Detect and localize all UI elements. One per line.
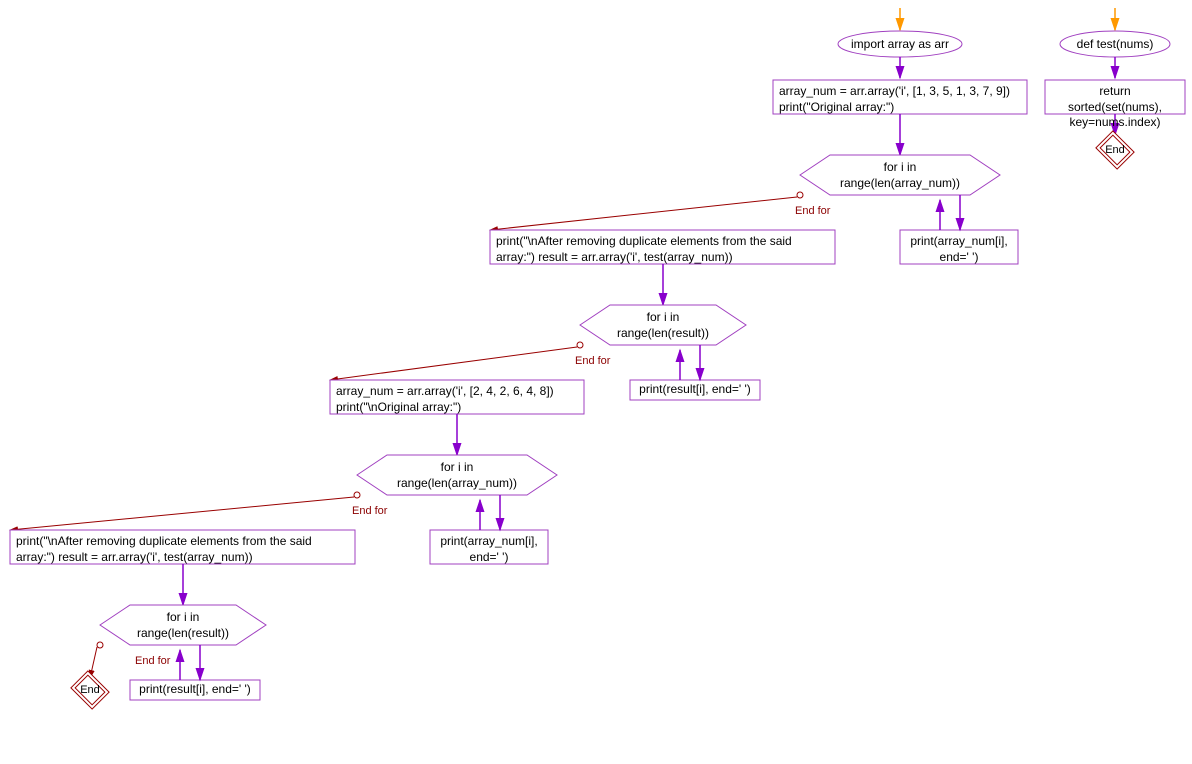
block2: print("\nAfter removing duplicate elemen… [490, 230, 835, 269]
func-body: return sorted(set(nums), key=nums.index) [1045, 80, 1185, 135]
loop2-body: print(result[i], end=' ') [630, 380, 760, 400]
loop1-exit: End for [795, 205, 830, 217]
block1: array_num = arr.array('i', [1, 3, 5, 1, … [773, 80, 1027, 119]
import-node: import array as arr [838, 37, 962, 53]
loop3-body: print(array_num[i], end=' ') [430, 530, 548, 569]
func-def: def test(nums) [1065, 37, 1165, 53]
block3: array_num = arr.array('i', [2, 4, 2, 6, … [330, 380, 584, 419]
block4: print("\nAfter removing duplicate elemen… [10, 530, 355, 569]
loop4-body: print(result[i], end=' ') [130, 680, 260, 700]
main-end: End [78, 683, 102, 697]
func-end: End [1103, 143, 1127, 157]
loop4-condition: for i in range(len(result)) [120, 610, 246, 641]
loop2-condition: for i in range(len(result)) [600, 310, 726, 341]
loop4-exit: End for [135, 655, 170, 667]
loop2-exit: End for [575, 355, 610, 367]
loop3-condition: for i in range(len(array_num)) [377, 460, 537, 491]
loop1-condition: for i in range(len(array_num)) [820, 160, 980, 191]
loop1-body: print(array_num[i], end=' ') [900, 230, 1018, 269]
loop3-exit: End for [352, 505, 387, 517]
